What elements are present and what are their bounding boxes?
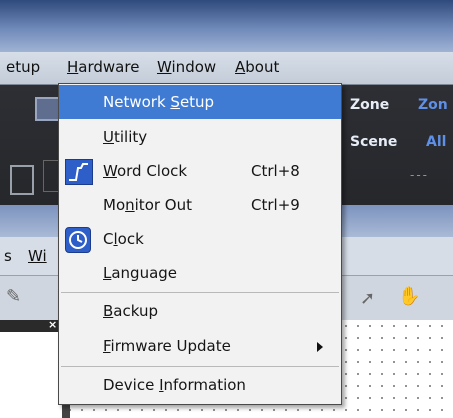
- scene-value: ---: [410, 168, 429, 182]
- meter-icon[interactable]: [10, 165, 34, 195]
- menu-item-utility[interactable]: Utility: [59, 120, 341, 154]
- clock-icon: [65, 227, 91, 253]
- scene-label: Scene: [350, 134, 398, 150]
- menu-item-backup[interactable]: Backup: [59, 294, 341, 328]
- second-menu-window[interactable]: Wi: [28, 247, 47, 265]
- menu-item-firmware-update[interactable]: Firmware Update: [59, 329, 341, 363]
- menu-window[interactable]: Window: [157, 58, 216, 76]
- menu-item-network-setup[interactable]: Network Setup: [59, 85, 341, 119]
- close-icon[interactable]: ×: [48, 318, 57, 331]
- menu-item-word-clock[interactable]: Word Clock Ctrl+8: [59, 154, 341, 188]
- menu-bar: etup Hardware Window About: [0, 52, 453, 136]
- menu-hardware[interactable]: Hardware: [67, 58, 139, 76]
- submenu-arrow-icon: [317, 342, 323, 352]
- zone-label: Zone: [350, 97, 390, 113]
- word-clock-icon: [65, 159, 93, 185]
- hardware-dropdown-menu: Network Setup Utility Word Clock Ctrl+8 …: [58, 83, 342, 405]
- pointer-icon[interactable]: ➚: [360, 288, 375, 309]
- hand-icon[interactable]: ✋: [398, 286, 420, 307]
- eraser-icon[interactable]: ✎: [6, 286, 21, 307]
- menu-item-monitor-out[interactable]: Monitor Out Ctrl+9: [59, 188, 341, 222]
- second-menu-setup[interactable]: s: [4, 247, 12, 265]
- word-clock-shortcut: Ctrl+8: [251, 162, 300, 180]
- menu-about[interactable]: About: [235, 58, 279, 76]
- zone-link[interactable]: Zon: [418, 97, 448, 113]
- menu-separator: [61, 292, 339, 293]
- title-bar: [0, 0, 453, 52]
- scene-all-link[interactable]: All: [426, 134, 446, 150]
- menu-separator: [61, 366, 339, 367]
- menu-item-language[interactable]: Language: [59, 256, 341, 290]
- left-panel: ×: [0, 318, 63, 378]
- menu-item-clock[interactable]: Clock: [59, 222, 341, 256]
- left-panel-header: ×: [0, 318, 58, 332]
- menu-setup[interactable]: etup: [6, 58, 40, 76]
- monitor-out-shortcut: Ctrl+9: [251, 196, 300, 214]
- menu-item-device-information[interactable]: Device Information: [59, 368, 341, 402]
